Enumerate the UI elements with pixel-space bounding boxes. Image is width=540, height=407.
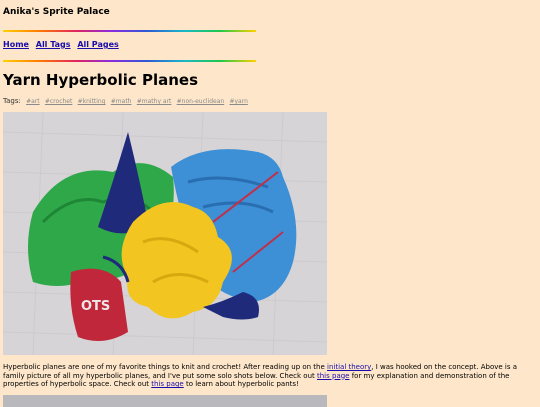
hyperbolic-planes-photo: OTS [3, 112, 327, 355]
rainbow-divider-bottom [3, 60, 256, 62]
site-title: Anika's Sprite Palace [3, 7, 110, 17]
tag-crochet-link[interactable]: #crochet [45, 98, 72, 105]
tags-label: Tags: [3, 97, 21, 105]
nav-home-link[interactable]: Home [3, 40, 29, 49]
photo-illustration: OTS [3, 112, 327, 355]
hyperbolic-pants-link[interactable]: this page [151, 380, 183, 388]
tag-math-link[interactable]: #math [111, 98, 132, 105]
tag-art-link[interactable]: #art [26, 98, 40, 105]
tag-list: Tags: #art #crochet #knitting #math #mat… [3, 97, 248, 105]
nav-all-tags-link[interactable]: All Tags [36, 40, 71, 49]
explanation-page-link[interactable]: this page [317, 372, 349, 380]
initial-theory-link[interactable]: initial theory [327, 363, 371, 371]
paragraph-part4: to learn about hyperbolic pants! [183, 380, 299, 388]
post-paragraph: Hyperbolic planes are one of my favorite… [3, 363, 533, 389]
tag-mathy-art-link[interactable]: #mathy art [137, 98, 172, 105]
second-photo [3, 395, 327, 407]
page-title: Yarn Hyperbolic Planes [3, 71, 199, 89]
tag-knitting-link[interactable]: #knitting [78, 98, 106, 105]
photo-label-text: OTS [81, 299, 110, 314]
nav-all-pages-link[interactable]: All Pages [77, 40, 118, 49]
rainbow-divider-top [3, 30, 256, 32]
tag-yarn-link[interactable]: #yarn [229, 98, 247, 105]
main-nav: Home All Tags All Pages [3, 40, 123, 49]
paragraph-part1: Hyperbolic planes are one of my favorite… [3, 363, 328, 371]
tag-non-euclidean-link[interactable]: #non-euclidean [177, 98, 225, 105]
